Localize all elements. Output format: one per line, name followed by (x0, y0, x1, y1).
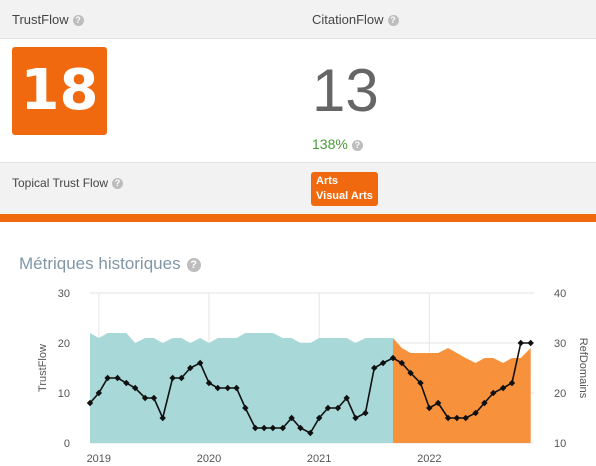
flow-ratio-value: 138% (312, 136, 348, 152)
trustflow-score: 18 (12, 47, 107, 135)
refdomains-area-after (392, 338, 531, 443)
y-left-tick-label: 30 (58, 288, 70, 300)
history-title-text: Métriques historiques (19, 254, 181, 273)
citationflow-header-label: CitationFlow (312, 12, 384, 27)
topic-tag[interactable]: Arts (316, 174, 373, 189)
citationflow-help-icon[interactable]: ? (387, 15, 399, 27)
topical-help-icon[interactable]: ? (112, 178, 124, 190)
topical-label-text: Topical Trust Flow (12, 176, 109, 190)
topic-tags[interactable]: Arts Visual Arts (311, 172, 378, 206)
y-right-tick-label: 40 (554, 288, 566, 300)
y-left-tick-label: 10 (58, 388, 70, 400)
trustflow-point (527, 339, 534, 347)
history-title: Métriques historiques? (19, 254, 201, 274)
x-tick-label: 2021 (307, 453, 331, 465)
trustflow-help-icon[interactable]: ? (72, 15, 84, 27)
y-right-axis-title: RefDomains (577, 338, 589, 399)
topical-trust-flow-label: Topical Trust Flow? (12, 176, 124, 190)
ratio-help-icon[interactable]: ? (351, 139, 363, 151)
x-tick-label: 2022 (417, 453, 441, 465)
x-tick-label: 2020 (197, 453, 221, 465)
y-right-tick-label: 10 (554, 438, 566, 450)
x-tick-label: 2019 (87, 453, 111, 465)
history-chart: 0 10 20 30 10 20 30 40 2019 2020 2021 2022 TrustFlow… (37, 288, 589, 465)
metrics-header: TrustFlow? CitationFlow? (0, 0, 596, 39)
y-right-tick-label: 30 (554, 338, 566, 350)
y-left-tick-label: 20 (58, 338, 70, 350)
trustflow-header: TrustFlow? (12, 12, 84, 27)
history-help-icon[interactable]: ? (186, 257, 201, 272)
y-left-axis-title: TrustFlow (37, 344, 49, 392)
trustflow-header-label: TrustFlow (12, 12, 69, 27)
citationflow-header: CitationFlow? (312, 12, 399, 27)
topic-tag[interactable]: Visual Arts (316, 189, 373, 204)
flow-ratio: 138%? (312, 136, 363, 152)
y-right-tick-label: 20 (554, 388, 566, 400)
citationflow-score: 13 (312, 57, 379, 124)
accent-divider (0, 214, 596, 222)
trustflow-point (517, 339, 524, 347)
y-left-tick-label: 0 (64, 438, 70, 450)
